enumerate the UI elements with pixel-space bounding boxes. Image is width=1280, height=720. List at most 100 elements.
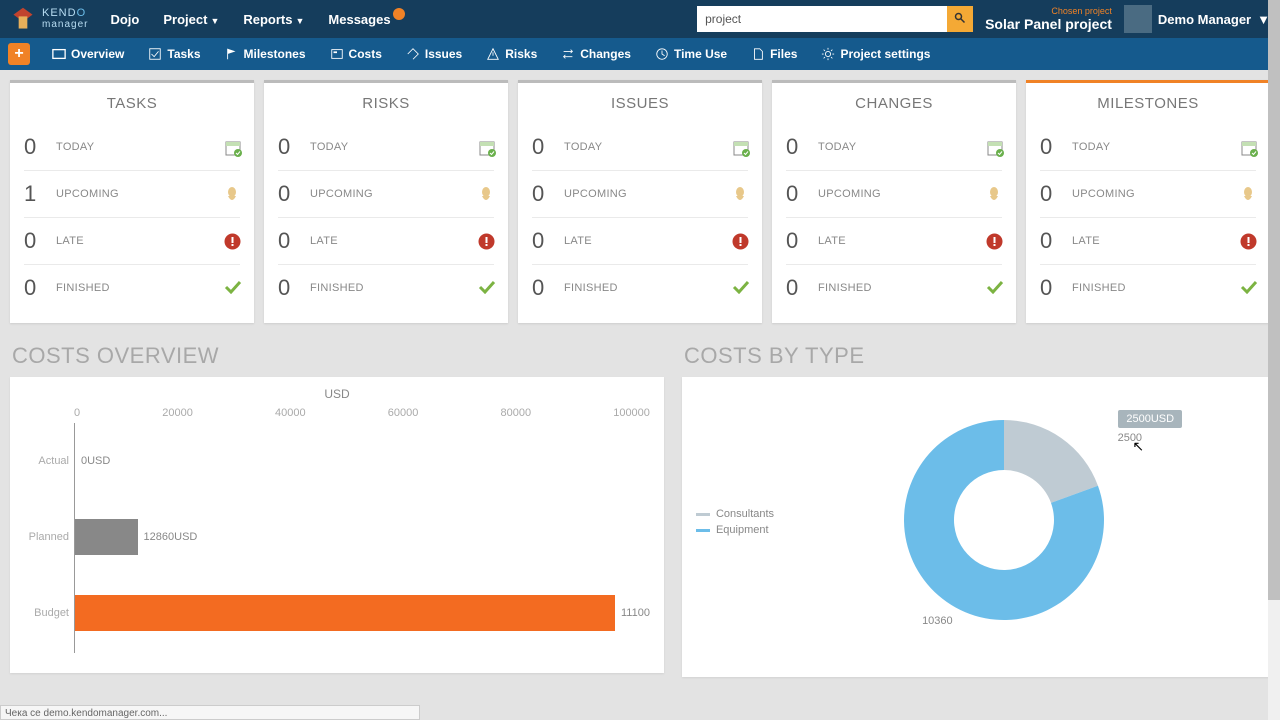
costs-by-type-title: COSTS BY TYPE (682, 343, 1270, 369)
card-row-today[interactable]: 0TODAY (278, 124, 494, 171)
finished-icon (224, 280, 240, 296)
subnav-changes[interactable]: Changes (551, 47, 641, 61)
chosen-project[interactable]: Chosen project Solar Panel project (973, 7, 1124, 32)
cursor-icon: ↖ (1132, 438, 1144, 455)
bar-value: 12860USD (144, 531, 198, 543)
bar-label: Actual (25, 455, 69, 467)
legend-item-consultants[interactable]: Consultants (696, 506, 774, 522)
card-count: 1 (24, 181, 42, 207)
bar (75, 595, 615, 631)
nav-project[interactable]: Project▼ (151, 12, 231, 27)
card-row-late[interactable]: 0LATE (532, 218, 748, 265)
status-card-tasks[interactable]: TASKS0TODAY1UPCOMING0LATE0FINISHED (10, 80, 254, 323)
vertical-scrollbar[interactable] (1268, 0, 1280, 720)
card-row-finished[interactable]: 0 FINISHED (1040, 265, 1256, 311)
card-row-finished[interactable]: 0FINISHED (786, 265, 1002, 311)
logo[interactable]: KENDO manager (0, 6, 98, 32)
card-count: 0 (24, 134, 42, 160)
header-right: Chosen project Solar Panel project Demo … (697, 0, 1280, 38)
nav-messages[interactable]: Messages (316, 12, 402, 27)
card-count: 0 (786, 275, 804, 301)
card-row-late[interactable]: 0LATE (1040, 218, 1256, 265)
donut-slice-consultants[interactable] (1004, 420, 1098, 503)
card-label: FINISHED (564, 282, 618, 294)
status-card-risks[interactable]: RISKS0TODAY0UPCOMING0LATE0FINISHED (264, 80, 508, 323)
costs-overview-title: COSTS OVERVIEW (10, 343, 664, 369)
scrollbar-thumb[interactable] (1268, 0, 1280, 600)
card-row-today[interactable]: 0TODAY (1040, 124, 1256, 171)
card-title: MILESTONES (1040, 95, 1256, 112)
card-row-upcoming[interactable]: 0UPCOMING (1040, 171, 1256, 218)
donut-svg (894, 410, 1114, 630)
slice-label-equipment: 10360 (922, 615, 953, 627)
card-row-finished[interactable]: 0 FINISHED (532, 265, 748, 311)
subnav-timeuse[interactable]: Time Use (645, 47, 737, 61)
card-row-late[interactable]: 0LATE (786, 218, 1002, 265)
subnav-tasks[interactable]: Tasks (138, 47, 210, 61)
card-label: FINISHED (1072, 282, 1126, 294)
card-row-finished[interactable]: 0FINISHED (24, 265, 240, 311)
card-label: LATE (310, 235, 338, 247)
browser-status-bar: Чека се demo.kendomanager.com... (0, 705, 420, 720)
upcoming-icon (224, 186, 240, 202)
milestones-icon (225, 47, 239, 61)
avatar (1124, 5, 1152, 33)
card-count: 0 (532, 275, 550, 301)
status-cards-row: TASKS0TODAY1UPCOMING0LATE0FINISHEDRISKS0… (10, 80, 1270, 323)
subnav-settings[interactable]: Project settings (811, 47, 940, 61)
late-icon (224, 233, 240, 249)
user-menu[interactable]: Demo Manager ▼ (1124, 5, 1280, 33)
subnav-issues[interactable]: Issues (396, 47, 472, 61)
top-header: KENDO manager Dojo Project▼ Reports▼ Mes… (0, 0, 1280, 38)
card-row-today[interactable]: 0TODAY (532, 124, 748, 171)
subnav-risks[interactable]: Risks (476, 47, 547, 61)
card-label: UPCOMING (56, 188, 119, 200)
subnav-files[interactable]: Files (741, 47, 807, 61)
status-card-issues[interactable]: ISSUES0TODAY0UPCOMING0LATE0FINISHED (518, 80, 762, 323)
finished-icon (1240, 280, 1256, 296)
add-button[interactable]: + (8, 43, 30, 65)
donut-tooltip: 2500USD (1118, 410, 1182, 428)
upcoming-icon (986, 186, 1002, 202)
card-row-upcoming[interactable]: 0UPCOMING (278, 171, 494, 218)
status-card-changes[interactable]: CHANGES 0TODAY0UPCOMING0LATE0FINISHED (772, 80, 1016, 323)
risks-icon (486, 47, 500, 61)
card-count: 0 (532, 181, 550, 207)
card-row-upcoming[interactable]: 0UPCOMING (786, 171, 1002, 218)
legend-item-equipment[interactable]: Equipment (696, 522, 774, 538)
nav-reports[interactable]: Reports▼ (231, 12, 316, 27)
subnav-costs[interactable]: Costs (320, 47, 392, 61)
card-label: FINISHED (310, 282, 364, 294)
card-row-upcoming[interactable]: 0UPCOMING (532, 171, 748, 218)
status-card-milestones[interactable]: MILESTONES 0TODAY0UPCOMING0LATE 0 FINISHED (1026, 80, 1270, 323)
card-count: 0 (1040, 181, 1058, 207)
today-icon (478, 139, 494, 155)
card-label: TODAY (564, 141, 602, 153)
card-count: 0 (278, 181, 296, 207)
subnav-overview[interactable]: Overview (42, 47, 134, 61)
card-count: 0 (1040, 134, 1058, 160)
card-title: CHANGES (786, 95, 1002, 112)
search-input[interactable] (697, 6, 947, 32)
card-row-today[interactable]: 0TODAY (786, 124, 1002, 171)
card-count: 0 (532, 228, 550, 254)
card-count: 0 (1040, 275, 1058, 301)
card-row-today[interactable]: 0TODAY (24, 124, 240, 171)
nav-dojo[interactable]: Dojo (98, 12, 151, 27)
card-count: 0 (786, 134, 804, 160)
card-row-late[interactable]: 0LATE (278, 218, 494, 265)
card-row-late[interactable]: 0LATE (24, 218, 240, 265)
today-icon (986, 139, 1002, 155)
subnav-milestones[interactable]: Milestones (215, 47, 316, 61)
card-count: 0 (786, 228, 804, 254)
card-row-finished[interactable]: 0FINISHED (278, 265, 494, 311)
issues-icon (406, 47, 420, 61)
donut: 2500USD 2500 10360 ↖ (894, 410, 1114, 635)
card-label: LATE (56, 235, 84, 247)
overview-icon (52, 47, 66, 61)
finished-icon (478, 280, 494, 296)
legend-swatch (696, 513, 710, 516)
card-row-upcoming[interactable]: 1 UPCOMING (24, 171, 240, 218)
search-button[interactable] (947, 6, 973, 32)
costs-by-type-panel: ConsultantsEquipment 2500USD 2500 10360 … (682, 377, 1270, 677)
